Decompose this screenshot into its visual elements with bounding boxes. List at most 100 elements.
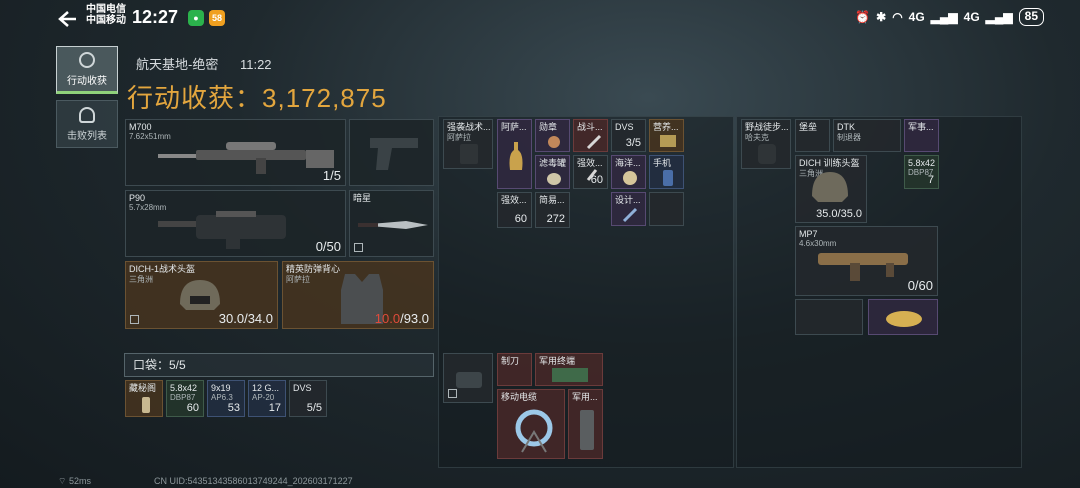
weapon-slot-primary[interactable]: M700 7.62x51mm 1/5 <box>125 119 346 186</box>
vest-durability-max: /93.0 <box>400 311 429 326</box>
backpack-item[interactable]: 移动电缆 <box>497 389 565 459</box>
pistol-icon <box>370 138 418 170</box>
rig-item[interactable]: 设计... <box>611 192 646 226</box>
pocket-item[interactable]: 5.8x42 DBP87 60 <box>166 380 204 417</box>
pocket-item[interactable]: 藏秘阁 <box>125 380 163 417</box>
battery-indicator: 85 <box>1018 8 1044 26</box>
item-count: 60 <box>514 213 527 225</box>
terminal-icon <box>552 368 588 382</box>
item-sub: AP6.3 <box>211 393 233 402</box>
status-icons: ⏰ ✱ ◠ 4G ▂▄▆ 4G ▂▄▆ 85 <box>855 8 1044 26</box>
item-count: 7 <box>927 174 934 186</box>
item-name: 勋章 <box>539 122 558 132</box>
pocket-item[interactable]: 9x19 AP6.3 53 <box>207 380 245 417</box>
pocket-item[interactable]: DVS 5/5 <box>289 380 327 417</box>
ping-label: 52ms <box>68 476 91 486</box>
item-sub: 制退器 <box>837 133 861 142</box>
system-status-bar: 中国电信 中国移动 12:27 ● 58 ⏰ ✱ ◠ 4G ▂▄▆ 4G ▂▄▆… <box>0 0 1080 36</box>
signal-icon: ▂▄▆ <box>930 10 958 24</box>
vest-durability-current: 10.0 <box>374 311 401 326</box>
map-name: 航天基地-绝密 <box>136 57 219 72</box>
clock: 12:27 <box>132 7 179 27</box>
item-name: 堡垒 <box>799 122 818 132</box>
ammo-count: 0/50 <box>315 239 341 254</box>
smg-icon <box>818 253 908 281</box>
weapon-name: M700 <box>129 122 152 132</box>
item-sub: DBP87 <box>170 393 196 402</box>
item-name: DTK <box>837 122 855 132</box>
backpack-slot[interactable] <box>443 353 493 403</box>
backpack-item[interactable]: 军用... <box>568 389 603 459</box>
vest-name: 精英防弹背心 <box>286 264 341 274</box>
pack-weapon[interactable]: MP7 4.6x30mm 0/60 <box>795 226 938 296</box>
item-count: 60 <box>186 402 199 414</box>
helmet-slot[interactable]: DICH-1战术头盔 三角洲 30.0/34.0 <box>125 261 278 329</box>
pack-empty-slot[interactable] <box>795 299 863 335</box>
item-name: DVS <box>293 383 312 393</box>
ammo-count: 1/5 <box>322 168 341 183</box>
pack-item[interactable] <box>868 299 938 335</box>
pocket-header: 口袋：5/5 <box>124 353 434 377</box>
item-name: 营养... <box>653 122 679 132</box>
rig-item[interactable]: 海洋... <box>611 155 646 189</box>
rig-item[interactable]: 滤毒罐 <box>535 155 570 189</box>
item-name: 军事... <box>908 122 934 132</box>
back-arrow-icon[interactable] <box>56 10 78 28</box>
item-name: 阿萨... <box>501 122 527 132</box>
case-icon <box>456 372 482 388</box>
pack-item[interactable]: 5.8x42 DBP87 7 <box>904 155 939 189</box>
item-name: 滤毒罐 <box>539 158 567 168</box>
rig-item[interactable]: 战斗... <box>573 119 608 152</box>
weapon-slot-secondary[interactable]: P90 5.7x28mm 0/50 <box>125 190 346 257</box>
skull-icon <box>79 106 95 123</box>
item-name: 军用终端 <box>539 356 576 366</box>
pack-item[interactable]: DTK 制退器 <box>833 119 901 152</box>
loot-value: 3,172,875 <box>262 83 387 113</box>
item-name: DICH 训练头盔 <box>799 158 860 168</box>
item-name: 海洋... <box>615 158 641 168</box>
rig-item[interactable]: 强效... 60 <box>573 155 608 189</box>
backpack-main-slot[interactable]: 野战徒步... 哈夫克 <box>741 119 791 169</box>
filter-canister-icon <box>547 173 561 185</box>
backpack-item[interactable]: 军用终端 <box>535 353 603 386</box>
rig-empty-slot[interactable] <box>649 192 684 226</box>
item-name: 移动电缆 <box>501 392 538 402</box>
target-icon <box>79 51 95 68</box>
rig-item[interactable]: 手机 <box>649 155 684 189</box>
nav-tab-label: 击败列表 <box>67 130 107 142</box>
lock-icon <box>130 315 139 324</box>
golden-artifact-icon <box>886 311 922 327</box>
rig-item[interactable]: 营养... <box>649 119 684 152</box>
weapon-slot-pistol[interactable] <box>349 119 434 186</box>
item-name: 9x19 <box>211 383 231 393</box>
item-name: 强效... <box>577 158 603 168</box>
alarm-icon: ⏰ <box>855 10 871 24</box>
helmet-icon <box>812 172 848 202</box>
item-count: 17 <box>268 402 281 414</box>
item-sub: AP-20 <box>252 393 275 402</box>
chest-rig-slot[interactable]: 强袭战术... 阿萨拉 <box>443 119 493 169</box>
vest-slot[interactable]: 精英防弹背心 阿萨拉 10.0/93.0 <box>282 261 434 329</box>
item-count: 60 <box>590 174 603 186</box>
pack-item[interactable]: 堡垒 <box>795 119 830 152</box>
mission-duration: 11:22 <box>239 57 272 72</box>
pack-item[interactable]: DICH 训练头盔 三角洲 35.0/35.0 <box>795 155 867 223</box>
rig-item[interactable]: DVS 3/5 <box>611 119 646 152</box>
rig-item[interactable]: 简易... 272 <box>535 192 570 228</box>
nav-tab-loot[interactable]: 行动收获 <box>56 46 118 94</box>
item-name: 设计... <box>615 195 641 205</box>
item-name: 5.8x42 <box>170 383 198 393</box>
nav-tab-kills[interactable]: 击败列表 <box>56 100 118 148</box>
backpack-item[interactable]: 制刀 <box>497 353 532 386</box>
rig-item[interactable]: 阿萨... <box>497 119 532 189</box>
pocket-item[interactable]: 12 G... AP-20 17 <box>248 380 286 417</box>
pack-item[interactable]: 军事... <box>904 119 939 152</box>
signal-icon-2: ▂▄▆ <box>985 10 1013 24</box>
ration-box-icon <box>660 135 676 147</box>
rig-item[interactable]: 强效... 60 <box>497 192 532 228</box>
network-label: 4G <box>908 10 925 24</box>
melee-slot[interactable]: 暗星 <box>349 190 434 257</box>
backpack-icon <box>758 144 776 164</box>
rig-item[interactable]: 勋章 <box>535 119 570 152</box>
military-device-icon <box>580 410 594 450</box>
